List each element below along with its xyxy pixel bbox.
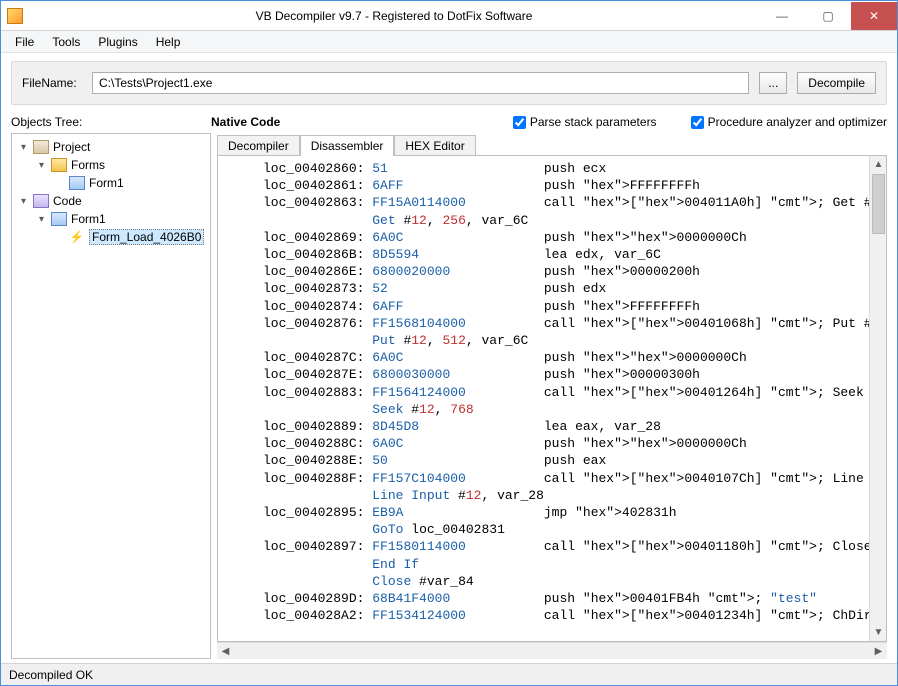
disassembly-content[interactable]: loc_00402860: 51 push ecx loc_00402861: … — [218, 156, 869, 641]
parse-stack-checkbox[interactable] — [513, 116, 526, 129]
maximize-button[interactable]: ▢ — [805, 2, 851, 30]
tree-item[interactable]: ▾ Forms — [14, 156, 208, 174]
objects-tree-label: Objects Tree: — [11, 115, 201, 129]
code-line[interactable]: loc_0040288C: 6A0C push "hex">"hex">0000… — [224, 435, 869, 452]
code-line[interactable]: GoTo loc_00402831 — [224, 521, 869, 538]
code-line[interactable]: loc_00402869: 6A0C push "hex">"hex">0000… — [224, 229, 869, 246]
scroll-left-icon[interactable]: ◀ — [217, 643, 234, 660]
tree-expander-icon[interactable]: ▾ — [18, 196, 29, 207]
tree-item[interactable]: ▾ Code — [14, 192, 208, 210]
tree-item[interactable]: ▾ Form1 — [14, 210, 208, 228]
code-line[interactable]: loc_00402897: FF1580114000 call "hex">["… — [224, 538, 869, 555]
code-line[interactable]: loc_00402895: EB9A jmp "hex">402831h — [224, 504, 869, 521]
tree-item-label: Form1 — [71, 212, 106, 226]
tree-item-label: Form1 — [89, 176, 124, 190]
minimize-button[interactable]: — — [759, 2, 805, 30]
code-line[interactable]: loc_00402873: 52 push edx — [224, 280, 869, 297]
native-code-label: Native Code — [211, 115, 280, 129]
code-line[interactable]: loc_00402883: FF1564124000 call "hex">["… — [224, 384, 869, 401]
parse-stack-label: Parse stack parameters — [530, 115, 657, 129]
code-line[interactable]: End If — [224, 556, 869, 573]
code-line[interactable]: loc_00402860: 51 push ecx — [224, 160, 869, 177]
tree-item[interactable]: Form1 — [14, 174, 208, 192]
browse-button[interactable]: ... — [759, 72, 787, 94]
tree-expander-icon[interactable]: ▾ — [18, 142, 29, 153]
tree-item-label: Code — [53, 194, 82, 208]
code-line[interactable]: loc_0040286B: 8D5594 lea edx, var_6C — [224, 246, 869, 263]
proc-analyzer-checkbox[interactable] — [691, 116, 704, 129]
code-line[interactable]: loc_00402876: FF1568104000 call "hex">["… — [224, 315, 869, 332]
folder-icon — [51, 158, 67, 172]
tree-item-label: Forms — [71, 158, 105, 172]
code-view: loc_00402860: 51 push ecx loc_00402861: … — [217, 155, 887, 642]
scroll-thumb[interactable] — [872, 174, 885, 234]
code-line[interactable]: loc_0040288F: FF157C104000 call "hex">["… — [224, 470, 869, 487]
project-icon — [33, 140, 49, 154]
filename-label: FileName: — [22, 76, 82, 90]
code-line[interactable]: loc_00402863: FF15A0114000 call "hex">["… — [224, 194, 869, 211]
menubar: File Tools Plugins Help — [1, 31, 897, 53]
menu-help[interactable]: Help — [148, 33, 189, 51]
tree-item[interactable]: Form_Load_4026B0 — [14, 228, 208, 246]
status-text: Decompiled OK — [9, 668, 93, 682]
tree-expander-icon — [54, 178, 65, 189]
tab-decompiler[interactable]: Decompiler — [217, 135, 300, 156]
objects-tree[interactable]: ▾ Project ▾ Forms Form1 ▾ Code ▾ Form1 Form_Load_… — [11, 133, 211, 659]
tabstrip: DecompilerDisassemblerHEX Editor — [217, 133, 887, 155]
code-line[interactable]: loc_00402889: 8D45D8 lea eax, var_28 — [224, 418, 869, 435]
tab-hex-editor[interactable]: HEX Editor — [394, 135, 475, 156]
file-panel: FileName: ... Decompile — [11, 61, 887, 105]
close-button[interactable]: ✕ — [851, 2, 897, 30]
code-line[interactable]: loc_00402874: 6AFF push "hex">FFFFFFFFh — [224, 298, 869, 315]
scroll-right-icon[interactable]: ▶ — [870, 643, 887, 660]
window-title: VB Decompiler v9.7 - Registered to DotFi… — [29, 9, 759, 23]
code-line[interactable]: Put #12, 512, var_6C — [224, 332, 869, 349]
code-line[interactable]: loc_0040289D: 68B41F4000 push "hex">0040… — [224, 590, 869, 607]
code-line[interactable]: loc_0040288E: 50 push eax — [224, 452, 869, 469]
code-line[interactable]: loc_0040287C: 6A0C push "hex">"hex">0000… — [224, 349, 869, 366]
bolt-icon — [69, 230, 85, 244]
tree-expander-icon — [54, 232, 65, 243]
tree-expander-icon[interactable]: ▾ — [36, 160, 47, 171]
menu-plugins[interactable]: Plugins — [90, 33, 145, 51]
code-line[interactable]: loc_0040287E: 6800030000 push "hex">0000… — [224, 366, 869, 383]
horizontal-scrollbar[interactable]: ◀ ▶ — [217, 642, 887, 659]
scroll-down-icon[interactable]: ▼ — [870, 624, 887, 641]
code-line[interactable]: loc_00402861: 6AFF push "hex">FFFFFFFFh — [224, 177, 869, 194]
code-line[interactable]: Seek #12, 768 — [224, 401, 869, 418]
code-line[interactable]: Line Input #12, var_28 — [224, 487, 869, 504]
code-icon — [33, 194, 49, 208]
proc-analyzer-label: Procedure analyzer and optimizer — [708, 115, 887, 129]
vertical-scrollbar[interactable]: ▲ ▼ — [869, 156, 886, 641]
menu-tools[interactable]: Tools — [44, 33, 88, 51]
tree-item-label: Form_Load_4026B0 — [89, 229, 204, 245]
titlebar: VB Decompiler v9.7 - Registered to DotFi… — [1, 1, 897, 31]
tree-item-label: Project — [53, 140, 90, 154]
code-line[interactable]: Get #12, 256, var_6C — [224, 212, 869, 229]
form-icon — [51, 212, 67, 226]
status-bar: Decompiled OK — [1, 663, 897, 685]
tree-expander-icon[interactable]: ▾ — [36, 214, 47, 225]
code-line[interactable]: Close #var_84 — [224, 573, 869, 590]
tree-item[interactable]: ▾ Project — [14, 138, 208, 156]
filename-input[interactable] — [92, 72, 749, 94]
code-line[interactable]: loc_0040286E: 6800020000 push "hex">0000… — [224, 263, 869, 280]
menu-file[interactable]: File — [7, 33, 42, 51]
options-bar: Objects Tree: Native Code Parse stack pa… — [1, 111, 897, 133]
tab-disassembler[interactable]: Disassembler — [300, 135, 395, 156]
scroll-up-icon[interactable]: ▲ — [870, 156, 887, 173]
proc-analyzer-check[interactable]: Procedure analyzer and optimizer — [691, 115, 887, 129]
parse-stack-check[interactable]: Parse stack parameters — [513, 115, 657, 129]
form-icon — [69, 176, 85, 190]
code-line[interactable]: loc_004028A2: FF1534124000 call "hex">["… — [224, 607, 869, 624]
decompile-button[interactable]: Decompile — [797, 72, 876, 94]
app-icon — [7, 8, 23, 24]
